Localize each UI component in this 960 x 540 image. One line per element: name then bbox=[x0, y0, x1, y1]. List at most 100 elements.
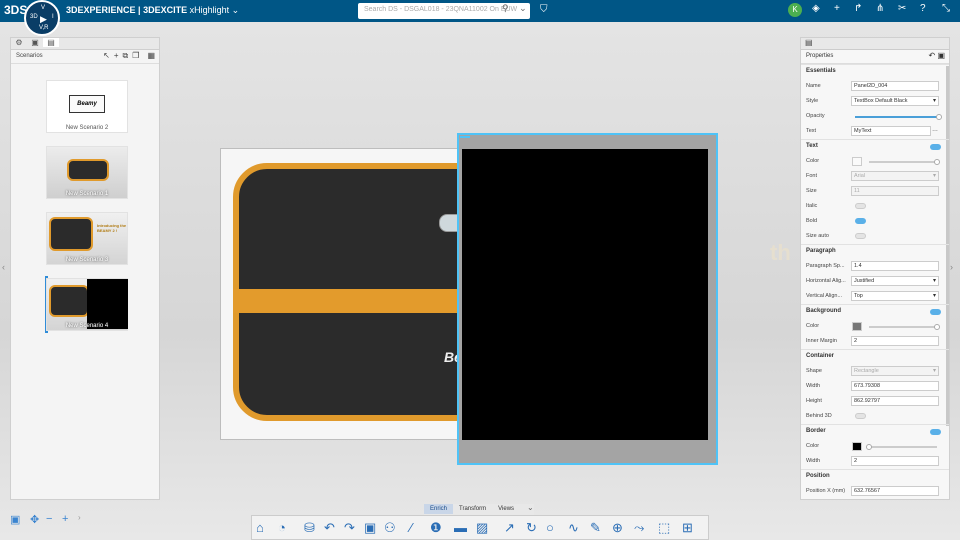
height-field[interactable]: 862.92797 bbox=[851, 396, 939, 406]
slider-knob[interactable] bbox=[934, 324, 940, 330]
compass-widget[interactable]: 3D V V,R I ▶ bbox=[24, 0, 60, 36]
undo-icon[interactable]: ↶ bbox=[929, 51, 936, 60]
search-icon[interactable]: ⚲ bbox=[502, 3, 509, 13]
font-select[interactable]: Arial bbox=[851, 171, 939, 181]
product-render[interactable]: Be bbox=[220, 148, 460, 440]
panel2d-selected[interactable] bbox=[457, 133, 718, 465]
home-icon[interactable]: ⌂ bbox=[256, 520, 264, 535]
pen-icon[interactable]: ✎ bbox=[590, 520, 601, 536]
tab-views[interactable]: Views bbox=[492, 504, 520, 514]
box-icon[interactable]: ⬚ bbox=[658, 520, 670, 536]
text-toggle[interactable] bbox=[930, 144, 941, 150]
border-color-swatch[interactable] bbox=[852, 442, 862, 451]
image-icon[interactable]: ▨ bbox=[476, 520, 488, 536]
text-annotation-icon[interactable]: ∕ bbox=[410, 520, 412, 535]
text-field[interactable]: MyText bbox=[851, 126, 931, 136]
circle-icon[interactable]: ○ bbox=[546, 520, 554, 535]
zoom-icon[interactable]: ⊕ bbox=[612, 520, 623, 536]
section-border[interactable]: Border bbox=[801, 424, 949, 439]
redo-icon[interactable]: ↷ bbox=[344, 520, 355, 536]
textbox-icon[interactable]: ▬ bbox=[454, 520, 467, 535]
width-field[interactable]: 673.79308 bbox=[851, 381, 939, 391]
help-icon[interactable]: ? bbox=[920, 3, 926, 14]
tab-scenarios-icon[interactable]: ▤ bbox=[43, 38, 59, 47]
background-toggle[interactable] bbox=[930, 309, 941, 315]
slider-knob[interactable] bbox=[934, 159, 940, 165]
avatar[interactable]: K bbox=[788, 3, 802, 17]
border-color-slider[interactable] bbox=[866, 444, 937, 450]
expand-icon[interactable]: › bbox=[78, 513, 81, 522]
curve-icon[interactable]: ∿ bbox=[568, 520, 579, 536]
grid-view-icon[interactable]: ▦ bbox=[147, 51, 155, 60]
scenario-thumb-2[interactable]: Beamy New Scenario 2 bbox=[46, 80, 128, 133]
more-icon[interactable]: … bbox=[932, 127, 938, 133]
size-field[interactable]: 11 bbox=[851, 186, 939, 196]
section-paragraph[interactable]: Paragraph bbox=[801, 244, 949, 259]
chevron-down-icon[interactable]: ⌄ bbox=[232, 5, 240, 15]
section-essentials[interactable]: Essentials bbox=[801, 64, 949, 79]
para-spacing-field[interactable]: 1.4 bbox=[851, 261, 939, 271]
chevron-down-icon[interactable]: ⌄ bbox=[527, 503, 534, 512]
undo-icon[interactable]: ↶ bbox=[324, 520, 335, 536]
collapse-icon[interactable]: ⤡ bbox=[942, 3, 950, 14]
tools-icon[interactable]: ✂ bbox=[898, 3, 906, 14]
zoom-out-icon[interactable]: − bbox=[46, 513, 52, 525]
halign-select[interactable]: Justified bbox=[851, 276, 939, 286]
posx-field[interactable]: 632.76567 bbox=[851, 486, 939, 496]
pan-icon[interactable]: ✥ bbox=[30, 513, 39, 526]
path-icon[interactable]: ⤳ bbox=[634, 520, 644, 536]
section-position[interactable]: Position bbox=[801, 469, 949, 484]
slider-knob[interactable] bbox=[866, 444, 872, 450]
tag-icon[interactable]: ⛉ bbox=[540, 4, 548, 15]
scenario-thumb-3[interactable]: Introducing the BEAMY 2 ! New Scenario 3 bbox=[46, 212, 128, 265]
selection-handle[interactable] bbox=[460, 136, 470, 138]
scenario-thumb-1[interactable]: New Scenario 1 bbox=[46, 146, 128, 199]
valign-select[interactable]: Top bbox=[851, 291, 939, 301]
network-icon[interactable]: ⋔ bbox=[876, 3, 884, 14]
save-icon[interactable]: ▣ bbox=[937, 51, 945, 60]
copy-icon[interactable]: ❐ bbox=[132, 51, 139, 60]
compass-play-icon[interactable]: ▶ bbox=[40, 14, 47, 25]
add-icon[interactable]: + bbox=[834, 3, 840, 14]
slider-knob[interactable] bbox=[936, 114, 942, 120]
scenario-thumb-4[interactable]: New Scenario 4 bbox=[46, 278, 128, 331]
italic-toggle[interactable] bbox=[855, 203, 866, 209]
panel2d-content[interactable] bbox=[462, 149, 708, 440]
bold-toggle[interactable] bbox=[855, 218, 866, 224]
capture-icon[interactable]: ▣ bbox=[364, 520, 376, 536]
section-container[interactable]: Container bbox=[801, 349, 949, 364]
tab-tree-icon[interactable]: ⚙ bbox=[11, 38, 27, 47]
inner-margin-field[interactable]: 2 bbox=[851, 336, 939, 346]
text-color-slider[interactable] bbox=[869, 159, 940, 165]
add-icon[interactable]: + bbox=[114, 51, 119, 60]
shape-select[interactable]: Rectangle bbox=[851, 366, 939, 376]
style-select[interactable]: TextBox Default Black bbox=[851, 96, 939, 106]
select-icon[interactable]: ↖ bbox=[103, 51, 110, 60]
tab-media-icon[interactable]: ▣ bbox=[27, 38, 43, 47]
section-background[interactable]: Background bbox=[801, 304, 949, 319]
share-icon[interactable]: ↱ bbox=[854, 3, 862, 14]
border-width-field[interactable]: 2 bbox=[851, 456, 939, 466]
select-mode-icon[interactable]: ▣ bbox=[10, 513, 20, 526]
scenario-icon[interactable]: ⚇ bbox=[384, 520, 396, 536]
collapse-left-icon[interactable]: ‹ bbox=[2, 262, 5, 272]
section-text[interactable]: Text bbox=[801, 139, 949, 154]
bg-color-swatch[interactable] bbox=[852, 322, 862, 331]
tab-enrich[interactable]: Enrich bbox=[424, 504, 454, 514]
sizeauto-toggle[interactable] bbox=[855, 233, 866, 239]
measure-icon[interactable]: ⊞ bbox=[682, 520, 693, 536]
duplicate-icon[interactable]: ⧉ bbox=[123, 51, 129, 60]
bg-color-slider[interactable] bbox=[869, 324, 940, 330]
arrow-icon[interactable]: ↗ bbox=[504, 520, 515, 536]
tab-transform[interactable]: Transform bbox=[453, 504, 492, 514]
label-icon[interactable]: ❶ bbox=[430, 520, 442, 536]
rotate-icon[interactable]: ↻ bbox=[526, 520, 537, 536]
text-color-swatch[interactable] bbox=[852, 157, 862, 166]
collapse-right-icon[interactable]: › bbox=[950, 262, 953, 272]
behind3d-toggle[interactable] bbox=[855, 413, 866, 419]
border-toggle[interactable] bbox=[930, 429, 941, 435]
app-title[interactable]: 3DEXPERIENCE | 3DEXCITE xHighlight ⌄ bbox=[66, 5, 239, 16]
name-field[interactable]: Panel2D_004 bbox=[851, 81, 939, 91]
view-mode-icon[interactable]: ◔ bbox=[278, 520, 286, 535]
properties-tab-icon[interactable]: ▤ bbox=[801, 38, 949, 50]
